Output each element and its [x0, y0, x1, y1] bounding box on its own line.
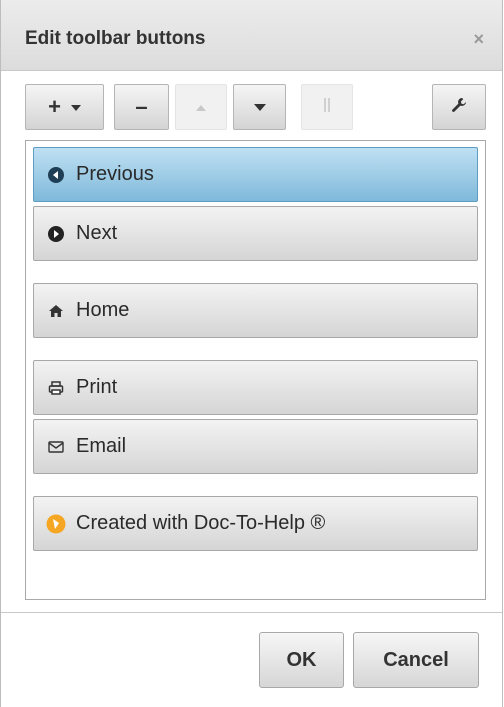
print-icon [46, 378, 66, 398]
dialog-titlebar: Edit toolbar buttons × [1, 0, 502, 71]
move-down-button[interactable] [233, 84, 286, 130]
move-up-button[interactable] [175, 84, 227, 130]
item-label: Previous [76, 163, 154, 185]
chevron-down-icon [70, 98, 81, 116]
list-item-email[interactable]: Email [33, 419, 478, 474]
doc-to-help-logo-icon [46, 514, 66, 534]
edit-toolbar-dialog: Edit toolbar buttons × + – Previous Next… [0, 0, 503, 707]
email-icon [46, 437, 66, 457]
remove-label: – [135, 94, 148, 119]
item-label: Created with Doc-To-Help ® [76, 512, 326, 534]
list-item-home[interactable]: Home [33, 283, 478, 338]
wrench-icon [451, 97, 467, 118]
list-item-previous[interactable]: Previous [33, 147, 478, 202]
settings-button[interactable] [432, 84, 486, 130]
add-dropdown-button[interactable]: + [25, 84, 104, 130]
add-label: + [48, 94, 61, 119]
toolbar-items-list[interactable]: Previous Next Home Print Email Created w… [25, 140, 486, 600]
move-up-icon [196, 98, 206, 116]
cancel-button[interactable]: Cancel [353, 632, 479, 688]
list-item-print[interactable]: Print [33, 360, 478, 415]
close-icon[interactable]: × [473, 30, 484, 48]
ok-button[interactable]: OK [259, 632, 344, 688]
list-item-doc-to-help[interactable]: Created with Doc-To-Help ® [33, 496, 478, 551]
home-icon [46, 301, 66, 321]
previous-circle-icon [46, 165, 66, 185]
next-circle-icon [46, 224, 66, 244]
item-label: Home [76, 299, 130, 321]
item-label: Email [76, 435, 127, 457]
footer-divider [1, 612, 502, 613]
add-separator-button[interactable] [301, 84, 353, 130]
list-item-next[interactable]: Next [33, 206, 478, 261]
item-label: Print [76, 376, 118, 398]
move-down-icon [253, 98, 266, 116]
dialog-title: Edit toolbar buttons [25, 28, 206, 49]
item-label: Next [76, 222, 118, 244]
remove-button[interactable]: – [114, 84, 169, 130]
separator-icon [324, 97, 330, 117]
